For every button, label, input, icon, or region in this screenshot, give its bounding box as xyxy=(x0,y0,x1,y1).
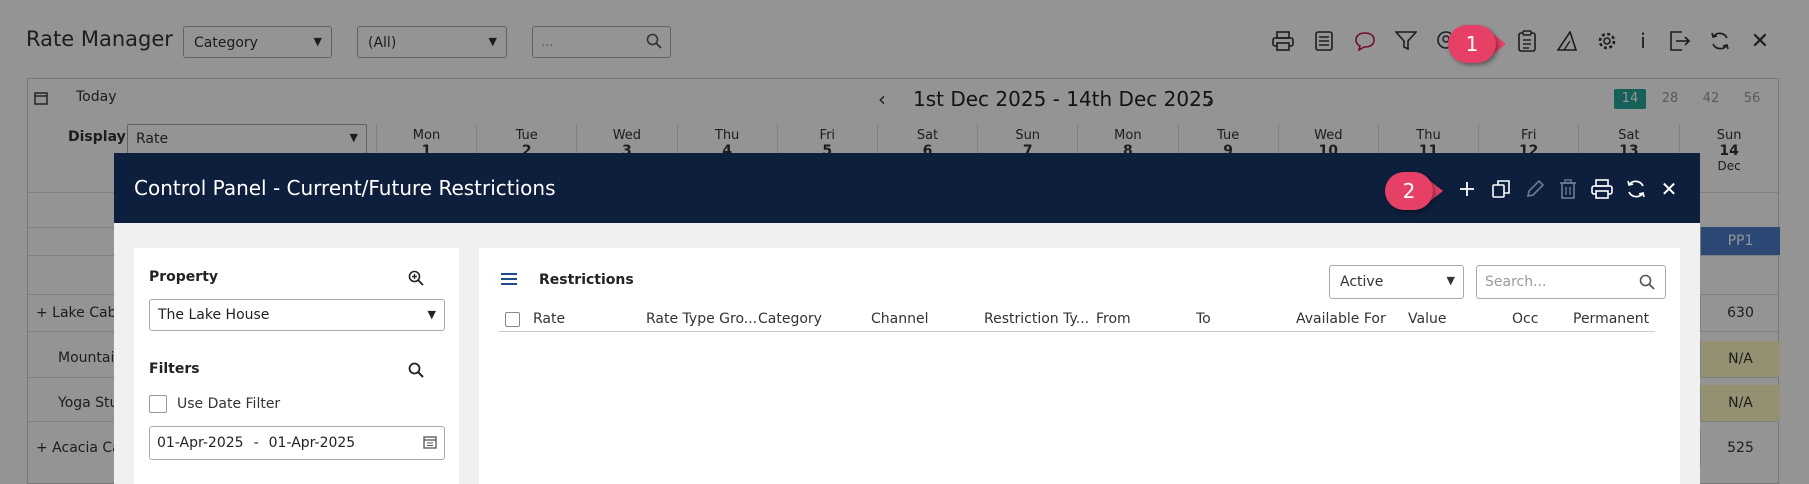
column-header-available-for[interactable]: Available For xyxy=(1296,311,1386,327)
restrictions-table-header: Rate Rate Type Gro... Category Channel R… xyxy=(499,308,1655,332)
property-label: Property xyxy=(149,269,219,285)
control-panel-modal: Control Panel - Current/Future Restricti… xyxy=(114,153,1700,484)
column-header-from[interactable]: From xyxy=(1096,311,1131,327)
callout-number: 2 xyxy=(1385,172,1433,210)
filter-panel: Property The Lake House ▼ Filters Use Da… xyxy=(134,248,459,484)
column-header-value[interactable]: Value xyxy=(1408,311,1446,327)
restrictions-title: Restrictions xyxy=(539,272,634,288)
column-header-rate-type-group[interactable]: Rate Type Gro... xyxy=(646,311,757,327)
menu-icon[interactable] xyxy=(501,272,517,286)
property-select[interactable]: The Lake House ▼ xyxy=(149,299,445,331)
filters-label: Filters xyxy=(149,361,200,377)
column-header-to[interactable]: To xyxy=(1196,311,1211,327)
status-select[interactable]: Active ▼ xyxy=(1329,265,1464,299)
copy-icon[interactable] xyxy=(1487,175,1515,203)
date-from: 01-Apr-2025 xyxy=(157,435,244,451)
chevron-down-icon: ▼ xyxy=(1446,274,1455,287)
use-date-filter-label: Use Date Filter xyxy=(177,396,281,412)
date-separator: - xyxy=(253,435,259,451)
search-icon xyxy=(1639,274,1655,290)
property-select-value: The Lake House xyxy=(158,307,270,323)
column-header-restriction-type[interactable]: Restriction Ty... xyxy=(984,311,1089,327)
column-header-channel[interactable]: Channel xyxy=(871,311,928,327)
printer-icon[interactable] xyxy=(1588,175,1616,203)
modal-title: Control Panel - Current/Future Restricti… xyxy=(134,176,556,200)
chevron-down-icon: ▼ xyxy=(427,308,436,321)
date-range-field[interactable]: 01-Apr-2025-01-Apr-2025 xyxy=(149,426,445,460)
status-select-value: Active xyxy=(1340,274,1384,290)
column-header-occ[interactable]: Occ xyxy=(1512,311,1538,327)
select-all-checkbox[interactable] xyxy=(505,312,520,327)
calendar-icon[interactable] xyxy=(422,434,438,450)
column-header-category[interactable]: Category xyxy=(758,311,822,327)
callout-number: 1 xyxy=(1448,25,1496,63)
trash-icon[interactable] xyxy=(1554,175,1582,203)
search-placeholder: Search... xyxy=(1485,274,1547,290)
zoom-in-icon[interactable] xyxy=(408,270,424,286)
edit-icon[interactable] xyxy=(1521,175,1549,203)
restrictions-search-input[interactable]: Search... xyxy=(1476,265,1666,299)
refresh-icon[interactable] xyxy=(1622,175,1650,203)
column-header-permanent[interactable]: Permanent xyxy=(1573,311,1649,327)
use-date-filter-checkbox[interactable] xyxy=(149,395,167,413)
date-to: 01-Apr-2025 xyxy=(268,435,356,451)
column-header-rate[interactable]: Rate xyxy=(533,311,565,327)
add-icon[interactable] xyxy=(1453,175,1481,203)
callout-2: 2 xyxy=(1385,172,1445,210)
close-icon[interactable]: ✕ xyxy=(1655,175,1683,203)
restrictions-panel: Restrictions Active ▼ Search... Rate Rat… xyxy=(479,248,1680,484)
callout-1: 1 xyxy=(1448,25,1508,63)
modal-header: Control Panel - Current/Future Restricti… xyxy=(114,153,1700,223)
search-icon[interactable] xyxy=(408,362,424,378)
